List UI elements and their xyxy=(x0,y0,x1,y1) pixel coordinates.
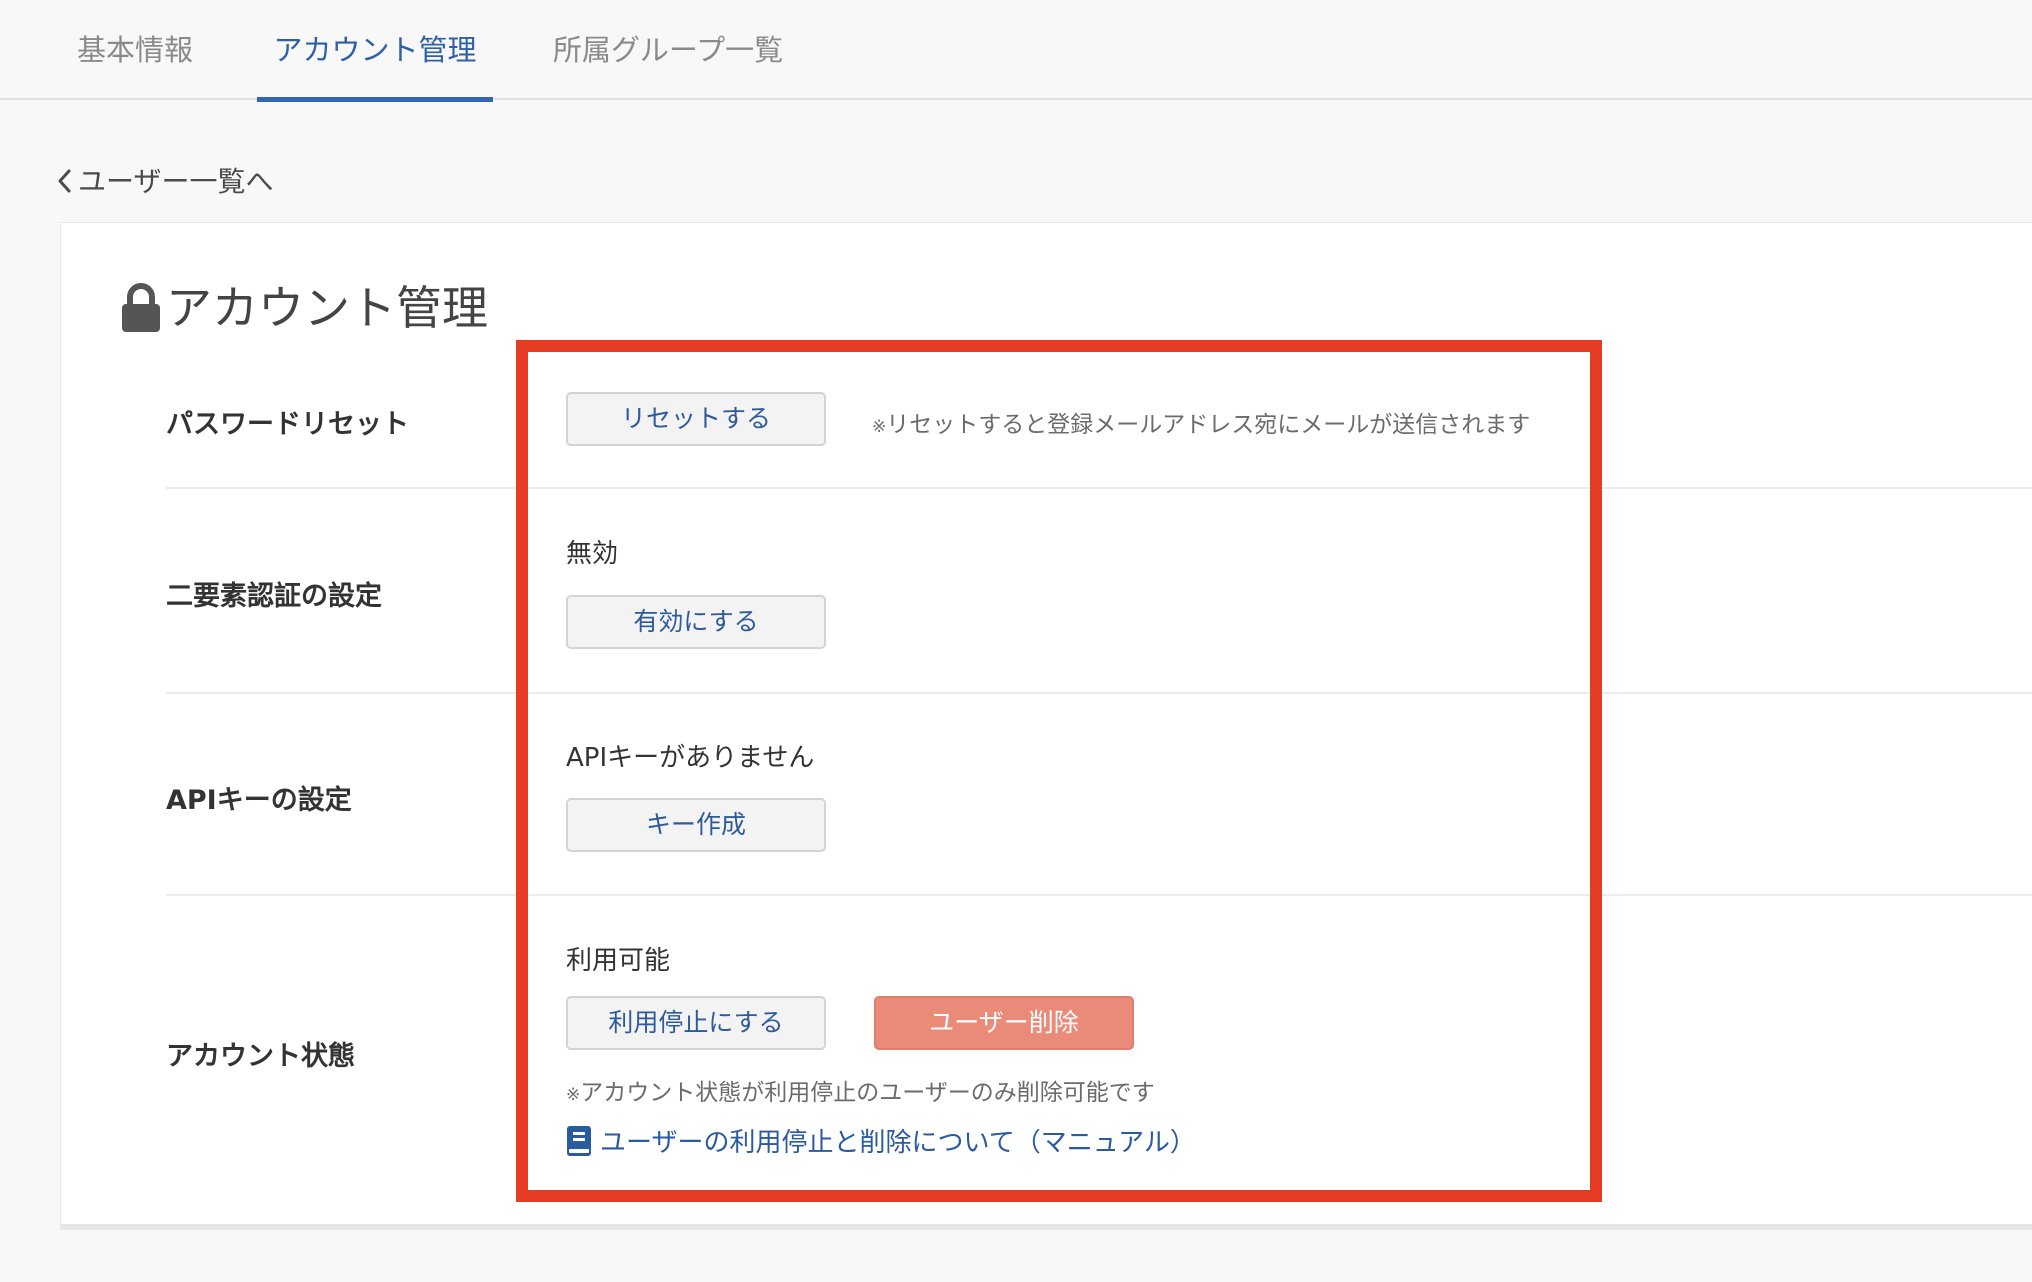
create-api-key-button[interactable]: キー作成 xyxy=(566,798,826,852)
account-status-value: 利用可能 xyxy=(566,946,671,976)
delete-restriction-note: ※アカウント状態が利用停止のユーザーのみ削除可能です xyxy=(566,1073,1155,1107)
row-divider xyxy=(166,894,2032,896)
password-reset-label: パスワードリセット xyxy=(166,409,409,440)
row-divider xyxy=(166,487,2032,489)
api-key-label: APIキーの設定 xyxy=(166,785,352,816)
delete-user-button[interactable]: ユーザー削除 xyxy=(874,996,1134,1050)
suspend-user-button[interactable]: 利用停止にする xyxy=(566,996,826,1050)
active-tab-indicator xyxy=(257,97,493,102)
card-bottom-edge xyxy=(60,1224,2032,1230)
password-reset-note-text: リセットすると登録メールアドレス宛にメールが送信されます xyxy=(886,412,1531,438)
back-to-user-list-link[interactable]: ユーザー一覧へ xyxy=(56,160,273,204)
lock-icon xyxy=(122,282,160,332)
account-status-label: アカウント状態 xyxy=(166,1041,355,1072)
two-factor-label: 二要素認証の設定 xyxy=(166,581,382,612)
suspend-delete-manual-link[interactable]: ユーザーの利用停止と削除について（マニュアル） xyxy=(566,1123,1196,1163)
tab-basic-info[interactable]: 基本情報 xyxy=(70,0,200,100)
chevron-left-icon xyxy=(58,169,71,193)
tab-group-list[interactable]: 所属グループ一覧 xyxy=(548,0,788,100)
manual-book-icon xyxy=(567,1125,591,1156)
page-title: アカウント管理 xyxy=(120,274,488,342)
reset-password-button[interactable]: リセットする xyxy=(566,392,826,446)
manual-link-label: ユーザーの利用停止と削除について（マニュアル） xyxy=(600,1128,1196,1158)
row-divider xyxy=(166,692,2032,694)
api-key-status: APIキーがありません xyxy=(566,743,815,773)
back-link-label: ユーザー一覧へ xyxy=(78,165,274,198)
tab-label: アカウント管理 xyxy=(273,33,477,67)
note-mark: ※ xyxy=(566,1085,581,1105)
page-title-text: アカウント管理 xyxy=(166,281,488,335)
tab-label: 所属グループ一覧 xyxy=(552,33,784,67)
tab-bar: 基本情報 アカウント管理 所属グループ一覧 xyxy=(0,0,2032,102)
note-mark: ※ xyxy=(872,417,887,437)
tab-label: 基本情報 xyxy=(76,33,193,67)
two-factor-status: 無効 xyxy=(566,539,619,569)
password-reset-note: ※リセットすると登録メールアドレス宛にメールが送信されます xyxy=(872,405,1530,439)
delete-restriction-note-text: アカウント状態が利用停止のユーザーのみ削除可能です xyxy=(580,1080,1155,1106)
tab-account-management[interactable]: アカウント管理 xyxy=(257,0,493,102)
enable-two-factor-button[interactable]: 有効にする xyxy=(566,595,826,649)
